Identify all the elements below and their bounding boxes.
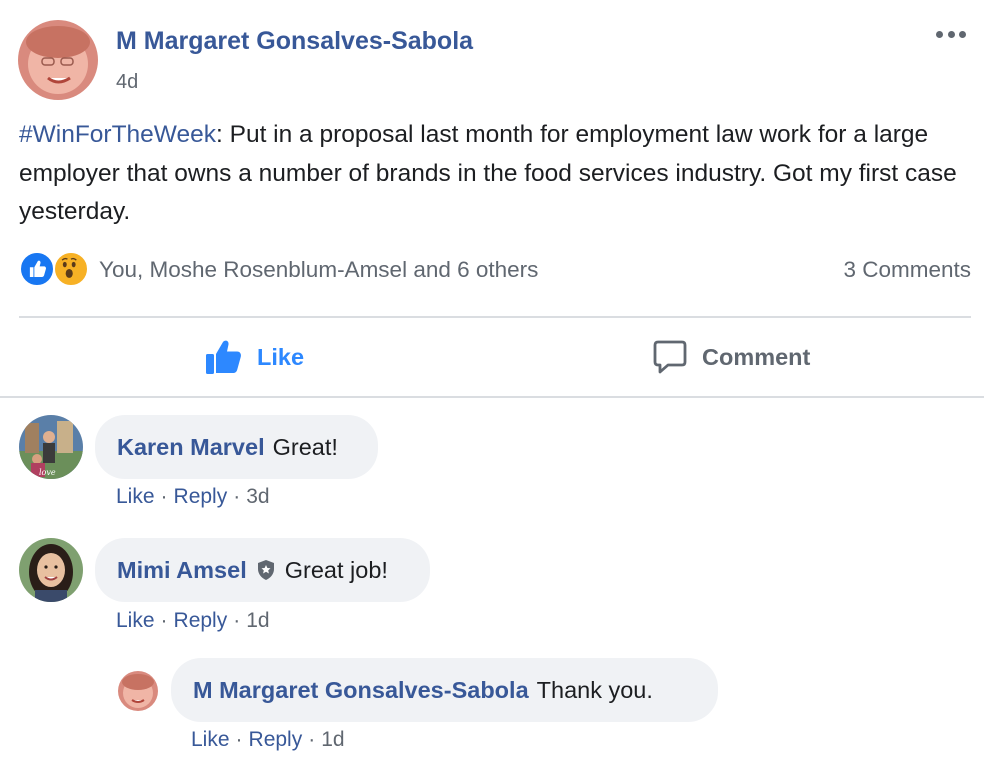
- comment-bubble: Karen Marvel Great!: [95, 415, 378, 479]
- comment-meta: Like · Reply · 1d: [191, 728, 345, 751]
- commenter-avatar[interactable]: [118, 671, 158, 711]
- admin-shield-icon[interactable]: [255, 559, 277, 581]
- comment-button[interactable]: Comment: [652, 336, 810, 378]
- comment-bubble: Mimi Amsel Great job!: [95, 538, 430, 602]
- comment-like-link[interactable]: Like: [191, 728, 230, 751]
- wow-icon[interactable]: [53, 251, 89, 287]
- reaction-names[interactable]: You, Moshe Rosenblum-Amsel and 6 others: [99, 257, 538, 283]
- commenter-avatar[interactable]: love: [19, 415, 83, 479]
- comment-timestamp[interactable]: 3d: [246, 485, 269, 508]
- like-button[interactable]: Like: [205, 336, 304, 378]
- comment-reply-link[interactable]: Reply: [249, 728, 303, 751]
- comment-meta: Like · Reply · 3d: [116, 485, 270, 508]
- like-button-label: Like: [257, 343, 305, 370]
- comment-bubble-icon: [653, 340, 687, 374]
- author-avatar[interactable]: [18, 20, 98, 100]
- comment-reply-link[interactable]: Reply: [174, 485, 228, 508]
- comment-reply-link[interactable]: Reply: [174, 609, 228, 632]
- post-header: M Margaret Gonsalves-Sabola 4d: [18, 20, 968, 100]
- ellipsis-icon[interactable]: [936, 26, 966, 42]
- comment-bubble: M Margaret Gonsalves-Sabola Thank you.: [171, 658, 718, 722]
- comment-like-link[interactable]: Like: [116, 485, 155, 508]
- post-body: #WinForTheWeek: Put in a proposal last m…: [19, 116, 974, 232]
- divider: [19, 316, 971, 318]
- thumbs-up-icon: [206, 340, 241, 374]
- comment-meta: Like · Reply · 1d: [116, 609, 270, 632]
- comment-text: Great!: [272, 433, 338, 460]
- commenter-name[interactable]: Karen Marvel: [117, 434, 265, 461]
- commenter-name[interactable]: Mimi Amsel: [117, 557, 247, 584]
- reactions-bar: You, Moshe Rosenblum-Amsel and 6 others …: [19, 251, 971, 289]
- comment-text: Thank you.: [536, 676, 653, 703]
- comment-timestamp[interactable]: 1d: [246, 609, 269, 632]
- comment-text: Great job!: [284, 556, 388, 583]
- like-icon[interactable]: [19, 251, 55, 287]
- commenter-name[interactable]: M Margaret Gonsalves-Sabola: [193, 677, 529, 704]
- comments-count[interactable]: 3 Comments: [843, 257, 971, 283]
- comment-button-label: Comment: [702, 343, 811, 370]
- comment-timestamp[interactable]: 1d: [321, 728, 344, 751]
- svg-text:love: love: [39, 468, 56, 477]
- hashtag-link[interactable]: #WinForTheWeek: [19, 121, 216, 148]
- author-name[interactable]: M Margaret Gonsalves-Sabola: [116, 27, 473, 56]
- comment-like-link[interactable]: Like: [116, 609, 155, 632]
- post-timestamp[interactable]: 4d: [116, 71, 138, 94]
- divider: [0, 396, 984, 398]
- commenter-avatar[interactable]: [19, 538, 83, 602]
